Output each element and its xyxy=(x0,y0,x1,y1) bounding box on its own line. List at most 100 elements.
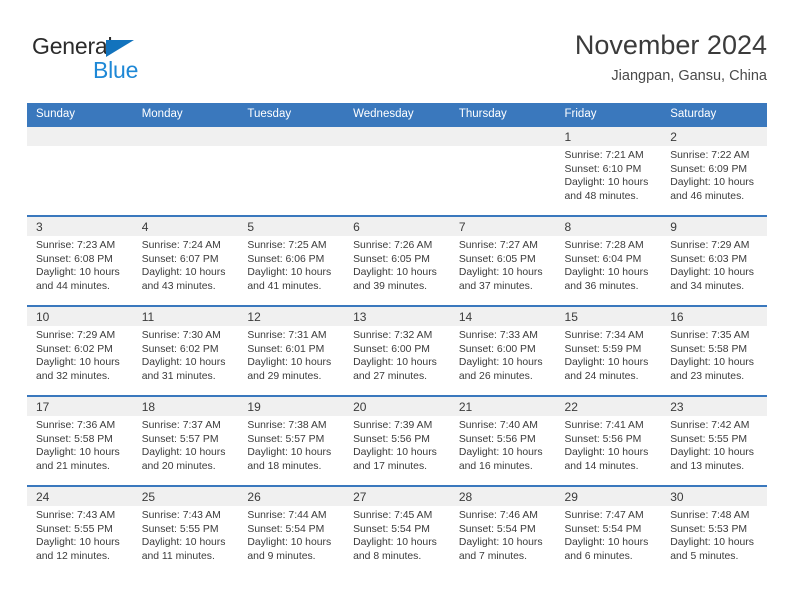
day-details: Sunrise: 7:35 AM Sunset: 5:58 PM Daylight:… xyxy=(661,326,767,383)
calendar-day-cell[interactable]: 16 Sunrise: 7:35 AM Sunset: 5:58 PM Dayligh… xyxy=(661,305,767,396)
sunset-text: Sunset: 5:56 PM xyxy=(458,433,536,445)
calendar-week-row: 10 Sunrise: 7:29 AM Sunset: 6:02 PM Dayligh… xyxy=(27,305,767,396)
calendar-day-cell[interactable]: 25 Sunrise: 7:43 AM Sunset: 5:55 PM Dayligh… xyxy=(132,485,239,576)
day-number xyxy=(344,127,450,146)
sunset-text: Sunset: 6:03 PM xyxy=(670,253,748,265)
calendar-day-cell[interactable]: 30 Sunrise: 7:48 AM Sunset: 5:53 PM Dayligh… xyxy=(661,485,767,576)
day-number xyxy=(449,127,556,146)
day-number: 25 xyxy=(132,487,239,506)
calendar-day-cell[interactable]: 8 Sunrise: 7:28 AM Sunset: 6:04 PM Daylight… xyxy=(555,215,662,306)
day-number: 13 xyxy=(344,307,450,326)
calendar-day-cell[interactable]: 3 Sunrise: 7:23 AM Sunset: 6:08 PM Daylight… xyxy=(27,215,133,306)
sunrise-text: Sunrise: 7:43 AM xyxy=(36,510,116,521)
calendar-day-cell[interactable]: 21 Sunrise: 7:40 AM Sunset: 5:56 PM Dayligh… xyxy=(449,395,556,486)
daylight-text: Daylight: 10 hours and 5 minutes. xyxy=(670,537,754,562)
calendar-head: Sunday Monday Tuesday Wednesday Thursday… xyxy=(27,103,767,126)
calendar-day-cell[interactable]: 24 Sunrise: 7:43 AM Sunset: 5:55 PM Dayligh… xyxy=(27,485,133,576)
calendar-day-cell[interactable]: 2 Sunrise: 7:22 AM Sunset: 6:09 PM Daylight… xyxy=(661,125,767,216)
weekday-header-saturday: Saturday xyxy=(661,103,767,126)
sunset-text: Sunset: 6:00 PM xyxy=(458,343,536,355)
sunrise-text: Sunrise: 7:26 AM xyxy=(353,240,433,251)
daylight-text: Daylight: 10 hours and 14 minutes. xyxy=(564,447,649,472)
calendar-day-cell[interactable]: 14 Sunrise: 7:33 AM Sunset: 6:00 PM Dayligh… xyxy=(449,305,556,396)
day-details: Sunrise: 7:25 AM Sunset: 6:06 PM Daylight:… xyxy=(238,236,344,293)
calendar-day-cell-empty xyxy=(238,125,345,216)
sunset-text: Sunset: 6:02 PM xyxy=(141,343,219,355)
weekday-header-thursday: Thursday xyxy=(449,103,556,126)
daylight-text: Daylight: 10 hours and 24 minutes. xyxy=(564,357,649,382)
calendar-table: Sunday Monday Tuesday Wednesday Thursday… xyxy=(27,103,767,576)
sunrise-text: Sunrise: 7:46 AM xyxy=(458,510,538,521)
sunrise-text: Sunrise: 7:32 AM xyxy=(353,330,433,341)
day-number: 3 xyxy=(27,217,133,236)
sunrise-text: Sunrise: 7:35 AM xyxy=(670,330,750,341)
calendar-day-cell[interactable]: 12 Sunrise: 7:31 AM Sunset: 6:01 PM Dayligh… xyxy=(238,305,345,396)
daylight-text: Daylight: 10 hours and 34 minutes. xyxy=(670,267,754,292)
calendar-day-cell[interactable]: 22 Sunrise: 7:41 AM Sunset: 5:56 PM Dayligh… xyxy=(555,395,662,486)
sunrise-text: Sunrise: 7:37 AM xyxy=(141,420,221,431)
day-details: Sunrise: 7:33 AM Sunset: 6:00 PM Daylight:… xyxy=(450,326,556,383)
day-number: 24 xyxy=(27,487,133,506)
logo-text-blue: Blue xyxy=(93,57,139,83)
day-number: 15 xyxy=(555,307,662,326)
day-number: 27 xyxy=(344,487,450,506)
calendar-day-cell[interactable]: 4 Sunrise: 7:24 AM Sunset: 6:07 PM Daylight… xyxy=(132,215,239,306)
sunrise-text: Sunrise: 7:30 AM xyxy=(141,330,221,341)
day-details: Sunrise: 7:27 AM Sunset: 6:05 PM Daylight:… xyxy=(450,236,556,293)
calendar-day-cell[interactable]: 20 Sunrise: 7:39 AM Sunset: 5:56 PM Dayligh… xyxy=(344,395,450,486)
calendar-day-cell[interactable]: 7 Sunrise: 7:27 AM Sunset: 6:05 PM Daylight… xyxy=(449,215,556,306)
calendar-day-cell[interactable]: 9 Sunrise: 7:29 AM Sunset: 6:03 PM Daylight… xyxy=(661,215,767,306)
day-details: Sunrise: 7:26 AM Sunset: 6:05 PM Daylight:… xyxy=(344,236,450,293)
day-number: 12 xyxy=(238,307,345,326)
calendar-day-cell[interactable]: 29 Sunrise: 7:47 AM Sunset: 5:54 PM Dayligh… xyxy=(555,485,662,576)
day-number xyxy=(27,127,133,146)
calendar-day-cell[interactable]: 19 Sunrise: 7:38 AM Sunset: 5:57 PM Dayligh… xyxy=(238,395,345,486)
day-details: Sunrise: 7:39 AM Sunset: 5:56 PM Daylight:… xyxy=(344,416,450,473)
calendar-day-cell[interactable]: 1 Sunrise: 7:21 AM Sunset: 6:10 PM Daylight… xyxy=(555,125,662,216)
sunset-text: Sunset: 6:06 PM xyxy=(247,253,325,265)
day-number: 7 xyxy=(449,217,556,236)
sunrise-text: Sunrise: 7:31 AM xyxy=(247,330,327,341)
calendar-day-cell[interactable]: 17 Sunrise: 7:36 AM Sunset: 5:58 PM Dayligh… xyxy=(27,395,133,486)
sunrise-text: Sunrise: 7:44 AM xyxy=(247,510,327,521)
daylight-text: Daylight: 10 hours and 18 minutes. xyxy=(247,447,332,472)
day-number: 5 xyxy=(238,217,345,236)
sunset-text: Sunset: 6:10 PM xyxy=(564,163,642,175)
sunrise-text: Sunrise: 7:38 AM xyxy=(247,420,327,431)
sunset-text: Sunset: 5:57 PM xyxy=(141,433,219,445)
calendar-day-cell[interactable]: 5 Sunrise: 7:25 AM Sunset: 6:06 PM Daylight… xyxy=(238,215,345,306)
calendar-day-cell[interactable]: 6 Sunrise: 7:26 AM Sunset: 6:05 PM Daylight… xyxy=(344,215,450,306)
sunset-text: Sunset: 5:56 PM xyxy=(564,433,642,445)
daylight-text: Daylight: 10 hours and 44 minutes. xyxy=(36,267,120,292)
weekday-header-wednesday: Wednesday xyxy=(344,103,450,126)
daylight-text: Daylight: 10 hours and 21 minutes. xyxy=(36,447,120,472)
daylight-text: Daylight: 10 hours and 8 minutes. xyxy=(353,537,437,562)
day-number: 20 xyxy=(344,397,450,416)
calendar-day-cell[interactable]: 27 Sunrise: 7:45 AM Sunset: 5:54 PM Dayligh… xyxy=(344,485,450,576)
calendar-day-cell[interactable]: 11 Sunrise: 7:30 AM Sunset: 6:02 PM Dayligh… xyxy=(132,305,239,396)
day-details: Sunrise: 7:32 AM Sunset: 6:00 PM Daylight:… xyxy=(344,326,450,383)
calendar-day-cell[interactable]: 15 Sunrise: 7:34 AM Sunset: 5:59 PM Dayligh… xyxy=(555,305,662,396)
calendar-day-cell[interactable]: 26 Sunrise: 7:44 AM Sunset: 5:54 PM Dayligh… xyxy=(238,485,345,576)
daylight-text: Daylight: 10 hours and 12 minutes. xyxy=(36,537,120,562)
sunrise-text: Sunrise: 7:22 AM xyxy=(670,150,750,161)
calendar-page: General Blue November 2024 Jiangpan, Gan… xyxy=(0,0,792,612)
calendar-day-cell[interactable]: 13 Sunrise: 7:32 AM Sunset: 6:00 PM Dayligh… xyxy=(344,305,450,396)
daylight-text: Daylight: 10 hours and 11 minutes. xyxy=(141,537,226,562)
day-details: Sunrise: 7:44 AM Sunset: 5:54 PM Daylight:… xyxy=(238,506,344,563)
daylight-text: Daylight: 10 hours and 20 minutes. xyxy=(141,447,226,472)
calendar-day-cell[interactable]: 18 Sunrise: 7:37 AM Sunset: 5:57 PM Dayligh… xyxy=(132,395,239,486)
sunset-text: Sunset: 6:05 PM xyxy=(458,253,536,265)
sunrise-text: Sunrise: 7:29 AM xyxy=(670,240,750,251)
day-number: 19 xyxy=(238,397,345,416)
page-header: General Blue November 2024 Jiangpan, Gan… xyxy=(27,28,767,98)
day-number: 22 xyxy=(555,397,662,416)
calendar-day-cell[interactable]: 10 Sunrise: 7:29 AM Sunset: 6:02 PM Dayligh… xyxy=(27,305,133,396)
calendar-body: 1 Sunrise: 7:21 AM Sunset: 6:10 PM Daylight… xyxy=(27,125,767,576)
calendar-day-cell[interactable]: 28 Sunrise: 7:46 AM Sunset: 5:54 PM Dayligh… xyxy=(449,485,556,576)
day-number xyxy=(132,127,239,146)
general-blue-logo: General Blue xyxy=(32,33,232,89)
day-details: Sunrise: 7:42 AM Sunset: 5:55 PM Daylight:… xyxy=(661,416,767,473)
calendar-day-cell[interactable]: 23 Sunrise: 7:42 AM Sunset: 5:55 PM Dayligh… xyxy=(661,395,767,486)
day-number: 8 xyxy=(555,217,662,236)
